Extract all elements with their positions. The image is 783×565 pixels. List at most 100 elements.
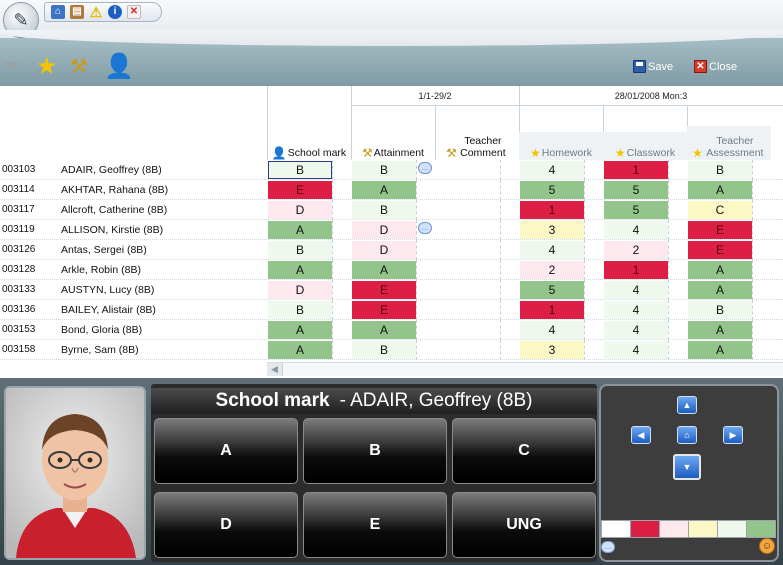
teacher-comment-cell[interactable] (436, 341, 500, 359)
attainment-cell[interactable]: D (352, 221, 416, 239)
classwork-cell[interactable]: 4 (604, 321, 668, 339)
comment-icon[interactable]: … (601, 541, 615, 553)
teacher-comment-cell[interactable] (436, 201, 500, 219)
table-row[interactable]: 003103 ADAIR, Geoffrey (8B) B B 4 1 B… (0, 160, 783, 180)
teacher-assessment-cell[interactable]: A (688, 261, 752, 279)
nav-down-icon[interactable]: ▼ (673, 454, 701, 480)
grade-button-b[interactable]: B (303, 418, 447, 484)
homework-cell[interactable]: 5 (520, 281, 584, 299)
school-mark-cell[interactable]: B (268, 301, 332, 319)
table-row[interactable]: 003133 AUSTYN, Lucy (8B) D E 5 4 A (0, 280, 783, 300)
star-icon[interactable]: ★ (36, 52, 58, 82)
classwork-cell[interactable]: 4 (604, 341, 668, 359)
teacher-comment-cell[interactable] (436, 301, 500, 319)
attainment-cell[interactable]: B (352, 201, 416, 219)
teacher-comment-cell[interactable] (436, 221, 500, 239)
grade-button-a[interactable]: A (154, 418, 298, 484)
school-mark-cell[interactable]: B (268, 161, 332, 179)
classwork-cell[interactable]: 5 (604, 181, 668, 199)
grade-button-ung[interactable]: UNG (452, 492, 596, 558)
horizontal-scrollbar[interactable]: ◀ (267, 362, 783, 376)
teacher-assessment-cell[interactable]: A (688, 181, 752, 199)
nav-left-icon[interactable]: ◀ (631, 426, 651, 444)
teacher-comment-cell[interactable] (436, 261, 500, 279)
attainment-cell[interactable]: A (352, 181, 416, 199)
scroll-left-icon[interactable]: ◀ (267, 363, 283, 376)
school-mark-cell[interactable]: A (268, 321, 332, 339)
warning-icon[interactable]: ⚠ (89, 5, 103, 19)
school-mark-cell[interactable]: E (268, 181, 332, 199)
school-mark-cell[interactable]: B (268, 241, 332, 259)
classwork-cell[interactable]: 1 (604, 261, 668, 279)
table-row[interactable]: 003126 Antas, Sergei (8B) B D 4 2 E (0, 240, 783, 260)
school-mark-cell[interactable]: A (268, 341, 332, 359)
teacher-comment-cell[interactable] (436, 321, 500, 339)
table-row[interactable]: 003153 Bond, Gloria (8B) A A 4 4 A (0, 320, 783, 340)
classwork-cell[interactable]: 2 (604, 241, 668, 259)
school-mark-cell[interactable]: D (268, 201, 332, 219)
teacher-comment-cell[interactable] (436, 281, 500, 299)
homework-cell[interactable]: 3 (520, 221, 584, 239)
attainment-cell[interactable]: A (352, 321, 416, 339)
classwork-cell[interactable]: 5 (604, 201, 668, 219)
book-icon[interactable]: ▤ (70, 5, 84, 19)
column-header-classwork[interactable]: ★ Classwork (603, 132, 687, 160)
table-row[interactable]: 003119 ALLISON, Kirstie (8B) A D 3 4 E… (0, 220, 783, 240)
homework-cell[interactable]: 5 (520, 181, 584, 199)
school-mark-cell[interactable]: A (268, 221, 332, 239)
smiley-icon[interactable]: ☺ (759, 538, 775, 554)
teacher-comment-cell[interactable] (436, 161, 500, 179)
column-header-attainment[interactable]: ⚒ Attainment (351, 132, 435, 160)
table-row[interactable]: 003136 BAILEY, Alistair (8B) B E 1 4 B (0, 300, 783, 320)
teacher-assessment-cell[interactable]: E (688, 221, 752, 239)
teacher-assessment-cell[interactable]: B (688, 301, 752, 319)
comment-icon[interactable]: … (418, 222, 432, 234)
home-icon[interactable]: ⌂ (51, 5, 65, 19)
teacher-icon[interactable]: 👤 (104, 52, 134, 82)
classwork-cell[interactable]: 1 (604, 161, 668, 179)
close-button[interactable]: ✕ Close (694, 60, 737, 73)
attainment-cell[interactable]: A (352, 261, 416, 279)
save-button[interactable]: Save (633, 60, 673, 73)
teacher-comment-cell[interactable] (436, 241, 500, 259)
grade-button-d[interactable]: D (154, 492, 298, 558)
nav-up-icon[interactable]: ▲ (677, 396, 697, 414)
grade-button-e[interactable]: E (303, 492, 447, 558)
homework-cell[interactable]: 2 (520, 261, 584, 279)
grade-button-c[interactable]: C (452, 418, 596, 484)
table-row[interactable]: 003114 AKHTAR, Rahana (8B) E A 5 5 A (0, 180, 783, 200)
classwork-cell[interactable]: 4 (604, 221, 668, 239)
attainment-cell[interactable]: E (352, 301, 416, 319)
column-header-homework[interactable]: ★ Homework (519, 132, 603, 160)
attainment-cell[interactable]: B (352, 341, 416, 359)
attainment-cell[interactable]: E (352, 281, 416, 299)
attainment-cell[interactable]: B (352, 161, 416, 179)
column-header-school-mark[interactable]: 👤 School mark (267, 132, 351, 160)
table-row[interactable]: 003158 Byrne, Sam (8B) A B 3 4 A (0, 340, 783, 360)
nav-right-icon[interactable]: ▶ (723, 426, 743, 444)
homework-cell[interactable]: 4 (520, 161, 584, 179)
classwork-cell[interactable]: 4 (604, 281, 668, 299)
homework-cell[interactable]: 4 (520, 241, 584, 259)
school-mark-cell[interactable]: D (268, 281, 332, 299)
classwork-cell[interactable]: 4 (604, 301, 668, 319)
teacher-assessment-cell[interactable]: C (688, 201, 752, 219)
info-icon[interactable]: i (108, 5, 122, 19)
filter-icon[interactable]: ⏷ (2, 52, 21, 82)
attainment-cell[interactable]: D (352, 241, 416, 259)
homework-cell[interactable]: 1 (520, 201, 584, 219)
school-mark-cell[interactable]: A (268, 261, 332, 279)
homework-cell[interactable]: 3 (520, 341, 584, 359)
teacher-assessment-cell[interactable]: A (688, 281, 752, 299)
tools-icon[interactable]: ⚒ (70, 52, 88, 82)
column-header-teacher-assessment[interactable]: ★ Teacher Assessment (687, 126, 771, 160)
table-row[interactable]: 003117 Allcroft, Catherine (8B) D B 1 5 C (0, 200, 783, 220)
homework-cell[interactable]: 4 (520, 321, 584, 339)
table-row[interactable]: 003128 Arkle, Robin (8B) A A 2 1 A (0, 260, 783, 280)
nav-home-icon[interactable]: ⌂ (677, 426, 697, 444)
teacher-assessment-cell[interactable]: E (688, 241, 752, 259)
column-header-teacher-comment[interactable]: ⚒ Teacher Comment (435, 126, 519, 160)
homework-cell[interactable]: 1 (520, 301, 584, 319)
comment-icon[interactable]: … (418, 162, 432, 174)
close-document-icon[interactable]: ✕ (127, 5, 141, 19)
